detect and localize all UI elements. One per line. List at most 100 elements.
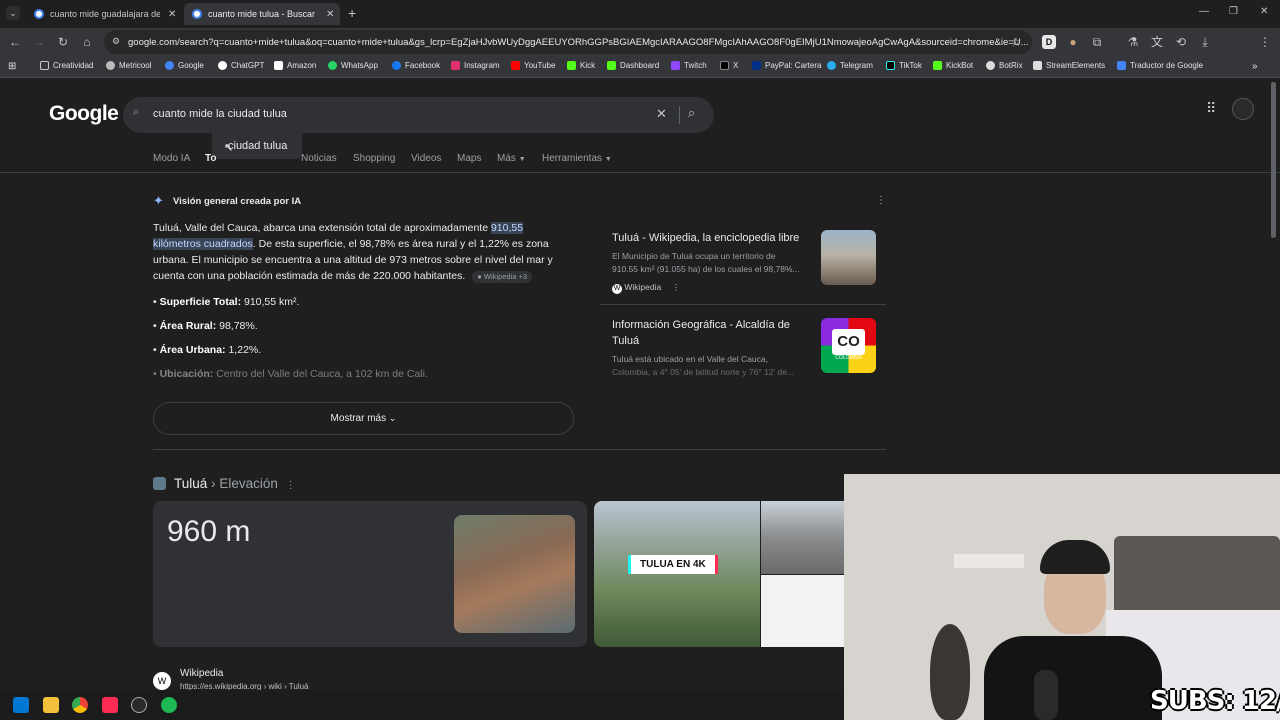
more-options-icon[interactable]: ⋮ (672, 282, 681, 292)
flood-aerial-image[interactable] (454, 515, 575, 633)
colombia-logo-text: CO (832, 329, 865, 355)
bookmarks-overflow-icon[interactable]: » (1252, 61, 1258, 72)
close-tab-icon[interactable]: ✕ (168, 9, 176, 20)
reload-icon[interactable]: ↻ (56, 35, 70, 49)
colombia-logo-thumbnail[interactable]: CO COLOMBIA (821, 318, 876, 373)
close-tab-icon[interactable]: ✕ (326, 9, 334, 20)
bookmark-label: Creatividad (53, 61, 94, 70)
new-tab-button[interactable]: + (348, 5, 356, 21)
tab-maps[interactable]: Maps (457, 153, 481, 164)
tab-title: cuanto mide guadalajara de bu (50, 9, 160, 19)
bookmark-label: Google (178, 61, 204, 70)
extension-d-icon[interactable]: D (1042, 35, 1056, 49)
bookmark-item[interactable]: WhatsApp (328, 61, 378, 70)
site-info-icon[interactable]: ⚙ (112, 36, 120, 47)
bookmark-item[interactable]: X (720, 61, 738, 70)
apps-grid-icon[interactable]: ⊞ (8, 61, 16, 72)
spotify-icon[interactable] (161, 697, 177, 713)
extension-cookie-icon[interactable]: ● (1066, 35, 1080, 49)
tab-mas[interactable]: Más ▼ (497, 153, 526, 164)
search-input[interactable]: ⌕ cuanto mide la ciudad tulua ✕ ⌕ (123, 97, 714, 133)
bookmark-label: Facebook (405, 61, 441, 70)
bookmark-item[interactable]: Instagram (451, 61, 500, 70)
map-image[interactable] (761, 575, 844, 647)
performance-icon[interactable]: ⚗ (1126, 35, 1140, 49)
source-card-alcaldia[interactable]: Información Geográfica - Alcaldía de Tul… (612, 317, 817, 379)
person-cap (1040, 540, 1110, 574)
bookmark-item[interactable]: Twitch (671, 61, 707, 70)
close-window-icon[interactable]: ✕ (1260, 6, 1268, 17)
tulua-church-thumbnail[interactable] (821, 230, 876, 285)
more-options-icon[interactable]: ⋮ (876, 195, 886, 206)
cathedral-image[interactable] (761, 501, 844, 574)
bookmark-item[interactable]: TikTok (886, 61, 922, 70)
bookmark-item[interactable]: Traductor de Google (1117, 61, 1203, 70)
bookmark-item[interactable]: Creatividad (40, 61, 93, 70)
text: cuenta con una población estimada de más… (153, 270, 466, 282)
bookmark-item[interactable]: Amazon (274, 61, 316, 70)
url-text: google.com/search?q=cuanto+mide+tulua&oq… (128, 36, 1029, 48)
tab-herramientas[interactable]: Herramientas ▼ (542, 153, 612, 164)
bookmark-item[interactable]: ChatGPT (218, 61, 264, 70)
paypal-icon (752, 61, 761, 70)
google-logo[interactable]: Google (49, 102, 119, 126)
bookmark-item[interactable]: YouTube (511, 61, 555, 70)
chip-label: Wikipedia +3 (483, 272, 528, 281)
youtube-icon (511, 61, 520, 70)
windows-start-icon[interactable] (13, 697, 29, 713)
file-explorer-icon[interactable] (43, 697, 59, 713)
more-options-icon[interactable]: ⋮ (286, 480, 296, 491)
history-icon[interactable]: ⟲ (1174, 35, 1188, 49)
translate-icon[interactable]: 文 (1150, 35, 1164, 49)
address-bar[interactable]: ⚙ google.com/search?q=cuanto+mide+tulua&… (104, 30, 1032, 54)
tulua-4k-video-thumbnail[interactable]: TULUA EN 4K (594, 501, 760, 647)
place-name[interactable]: Tuluá (174, 476, 207, 491)
show-more-button[interactable]: Mostrar más ⌄ (153, 402, 574, 435)
bookmark-item[interactable]: PayPal: Cartera (752, 61, 821, 70)
bullet-label: Área Rural: (159, 320, 217, 332)
amazon-icon (274, 61, 283, 70)
bookmark-item[interactable]: BotRix (986, 61, 1023, 70)
source-chip[interactable]: ● Wikipedia +3 (472, 271, 533, 283)
tab-videos[interactable]: Videos (411, 153, 441, 164)
bookmark-item[interactable]: Metricool (106, 61, 151, 70)
bullet-value: 98,78%. (219, 320, 258, 332)
result-site-name[interactable]: Wikipedia (180, 668, 223, 679)
scrollbar[interactable] (1271, 82, 1276, 238)
forward-icon[interactable]: → (32, 35, 46, 49)
source-card-wikipedia[interactable]: Tuluá - Wikipedia, la enciclopedia libre… (612, 230, 817, 294)
tab-modo-ia[interactable]: Modo IA (153, 153, 190, 164)
apps-grid-icon[interactable]: ⠿ (1206, 100, 1216, 117)
bookmark-item[interactable]: Google (165, 61, 204, 70)
restore-icon[interactable]: ❐ (1229, 6, 1238, 17)
tab-shopping[interactable]: Shopping (353, 153, 395, 164)
result-url[interactable]: https://es.wikipedia.org › wiki › Tuluá (180, 682, 309, 690)
bookmark-star-icon[interactable]: ☆ (1009, 35, 1023, 49)
clear-icon[interactable]: ✕ (656, 106, 667, 122)
bookmark-item[interactable]: Dashboard (607, 61, 659, 70)
back-icon[interactable]: ← (8, 35, 22, 49)
download-icon[interactable]: ⤓ (1198, 35, 1212, 49)
chatgpt-icon (218, 61, 227, 70)
minimize-icon[interactable]: — (1199, 6, 1209, 17)
obs-icon[interactable] (131, 697, 147, 713)
search-submit-icon[interactable]: ⌕ (688, 105, 695, 121)
bookmark-item[interactable]: Kick (567, 61, 595, 70)
tab-noticias[interactable]: Noticias (301, 153, 337, 164)
home-icon[interactable]: ⌂ (80, 35, 94, 49)
bullet-ubicacion: • Ubicación: Centro del Valle del Cauca,… (153, 368, 428, 380)
tab-todo[interactable]: To (205, 153, 216, 164)
tab-inactive[interactable]: cuanto mide guadalajara de bu ✕ (26, 3, 180, 25)
tiktok-live-icon[interactable] (102, 697, 118, 713)
chrome-icon[interactable] (72, 697, 88, 713)
tab-search-icon[interactable]: ⌄ (6, 6, 20, 20)
bookmark-item[interactable]: KickBot (933, 61, 973, 70)
tab-active[interactable]: cuanto mide tulua - Buscar con ✕ (184, 3, 340, 25)
bookmark-item[interactable]: Facebook (392, 61, 440, 70)
bookmark-item[interactable]: StreamElements (1033, 61, 1105, 70)
extensions-puzzle-icon[interactable]: ⧉ (1090, 35, 1104, 49)
menu-kebab-icon[interactable]: ⋮ (1258, 35, 1272, 49)
account-avatar[interactable] (1232, 98, 1254, 120)
source-snippet: Tuluá está ubicado en el Valle del Cauca… (612, 354, 768, 364)
bookmark-item[interactable]: Telegram (827, 61, 873, 70)
